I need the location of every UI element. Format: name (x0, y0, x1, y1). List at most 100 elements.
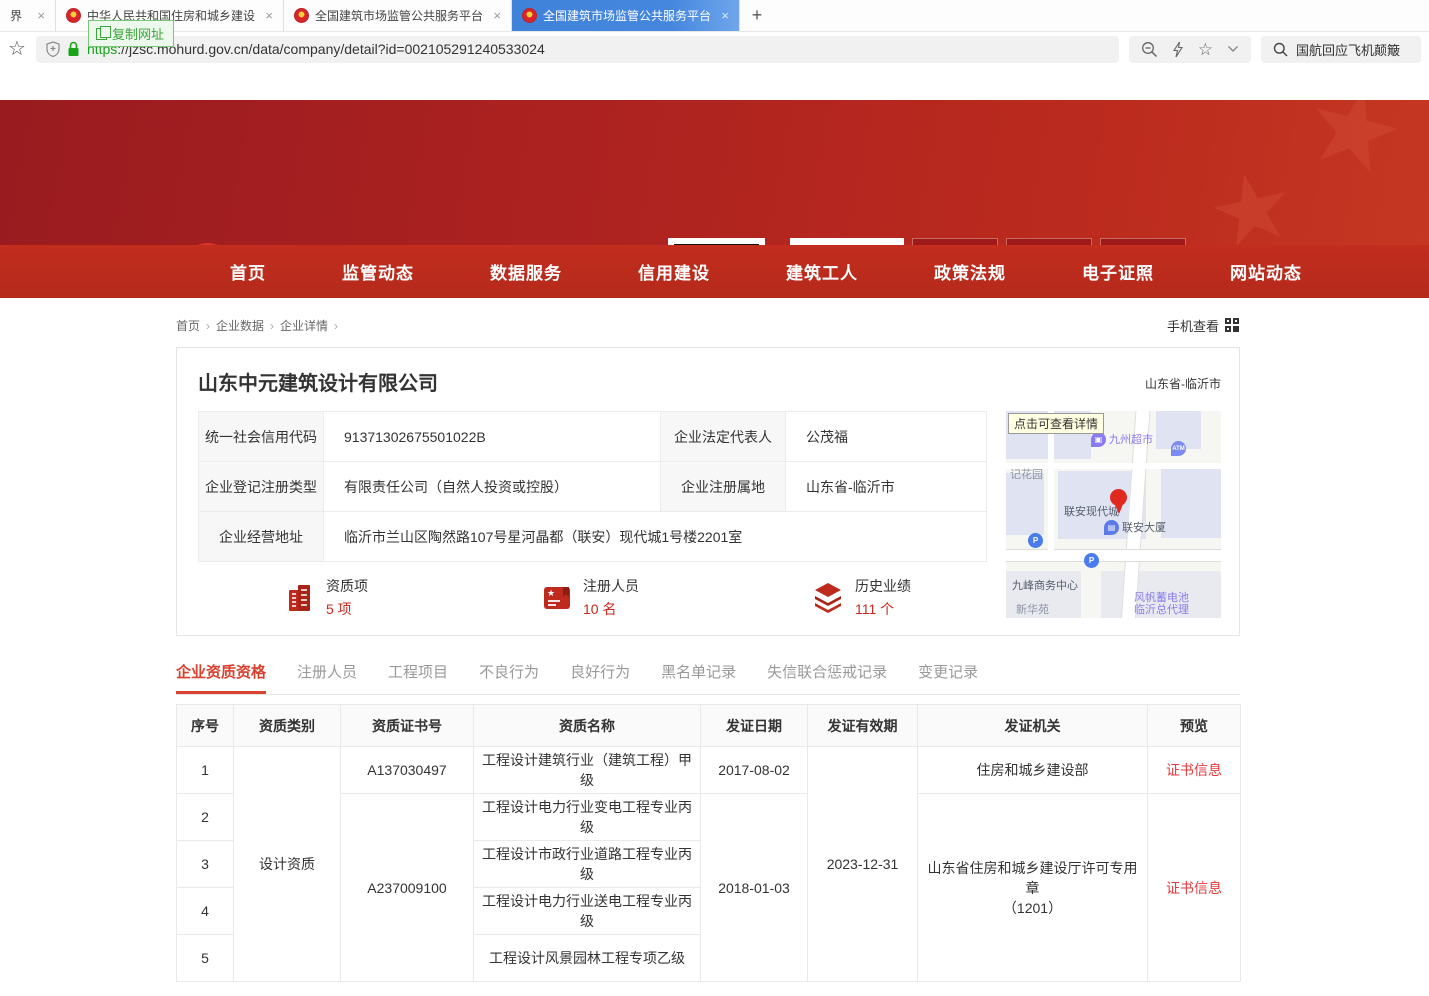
page-content: 首页›企业数据›企业详情› 手机查看 山东中元建筑设计有限公司 山东省-临沂市 … (176, 315, 1240, 982)
stat-registered-personnel[interactable]: ★ 注册人员 10 名 (541, 576, 639, 619)
parking-icon: P (1084, 553, 1099, 568)
stat-qualifications[interactable]: 资质项5 项 (284, 576, 368, 619)
nav-item-home[interactable]: 首页 (230, 259, 266, 284)
tab-title: 界 (10, 7, 22, 24)
tab-close-icon[interactable]: × (265, 8, 273, 23)
lock-icon (67, 41, 80, 57)
mobile-view[interactable]: 手机查看 (1167, 316, 1240, 335)
poi-icon: ATM (1171, 441, 1186, 456)
tab-close-icon[interactable]: × (721, 8, 729, 23)
cell-cert-no: A137030497 (341, 747, 474, 794)
breadcrumb: 首页›企业数据›企业详情› (176, 317, 344, 334)
tab-dishonesty[interactable]: 失信联合惩戒记录 (767, 661, 887, 694)
nav-item-policy[interactable]: 政策法规 (934, 259, 1006, 284)
tab-title: 全国建筑市场监管公共服务平台 (543, 7, 711, 24)
authority-line2: （1201） (924, 898, 1141, 918)
favorite-star-icon[interactable]: ☆ (1198, 41, 1213, 58)
breadcrumb-company-detail[interactable]: 企业详情 (280, 319, 328, 333)
cell-authority: 山东省住房和城乡建设厅许可专用章 （1201） (918, 794, 1148, 982)
tab-good-behavior[interactable]: 良好行为 (570, 661, 630, 694)
site-favicon-icon (66, 8, 81, 23)
tab-blacklist[interactable]: 黑名单记录 (661, 661, 736, 694)
stat-value: 10 名 (583, 599, 639, 619)
certificate-info-link[interactable]: 证书信息 (1166, 762, 1222, 778)
tab-close-icon[interactable]: × (493, 8, 501, 23)
cell-authority: 住房和城乡建设部 (918, 747, 1148, 794)
page-top-gap (0, 66, 1429, 100)
svg-text:★: ★ (547, 588, 555, 598)
breadcrumb-row: 首页›企业数据›企业详情› 手机查看 (176, 315, 1240, 335)
table-row: 企业经营地址 临沂市兰山区陶然路107号星河晶都（联安）现代城1号楼2201室 (199, 512, 987, 562)
site-qr-code: ▥ S (668, 238, 765, 245)
certificate-info-link[interactable]: 证书信息 (1166, 880, 1222, 896)
tab-bad-behavior[interactable]: 不良行为 (479, 661, 539, 694)
zoom-out-icon[interactable] (1141, 41, 1158, 58)
search-tab-project[interactable]: 建设项目 (1006, 238, 1092, 245)
tab-jzsc-1[interactable]: 全国建筑市场监管公共服务平台 × (284, 0, 512, 31)
cell-preview: 证书信息 (1148, 794, 1241, 982)
national-emblem-logo: ★ (179, 243, 236, 245)
browser-chrome: 界 × 中华人民共和国住房和城乡建设 × 全国建筑市场监管公共服务平台 × 全国… (0, 0, 1429, 66)
table-row: 企业登记注册类型 有限责任公司（自然人投资或控股） 企业注册属地 山东省-临沂市 (199, 462, 987, 512)
url-rest: ://jzsc.mohurd.gov.cn/data/company/detai… (117, 41, 544, 57)
cell-cert-no: A237009100 (341, 794, 474, 982)
cell-qual-name: 工程设计建筑行业（建筑工程）甲级 (474, 747, 701, 794)
col-header-authority: 发证机关 (918, 705, 1148, 747)
nav-item-credit[interactable]: 信用建设 (638, 259, 710, 284)
cell-issue-date: 2017-08-02 (701, 747, 808, 794)
decor-star-icon: ★ (1198, 147, 1304, 245)
stat-label: 注册人员 (583, 576, 639, 596)
chevron-down-icon[interactable] (1227, 45, 1239, 53)
company-location-map[interactable]: 点击可查看详情 ▣ 九州超市 ATM 记花园 联安现代城 ▤ 联安大厦 P (1006, 411, 1221, 618)
breadcrumb-company-data[interactable]: 企业数据 (216, 319, 264, 333)
cell-issue-date: 2018-01-03 (701, 794, 808, 982)
nav-item-supervision[interactable]: 监管动态 (342, 259, 414, 284)
tab-close-icon[interactable]: × (37, 8, 45, 23)
layers-icon (811, 582, 845, 614)
qualification-table: 序号 资质类别 资质证书号 资质名称 发证日期 发证有效期 发证机关 预览 1 … (176, 704, 1241, 982)
quick-search-box[interactable]: 国航回应飞机颠簸 (1261, 36, 1421, 63)
search-tab-personnel[interactable]: 从业人员 (912, 238, 998, 245)
qr-mini-icon[interactable] (1225, 318, 1240, 333)
breadcrumb-home[interactable]: 首页 (176, 319, 200, 333)
certificate-icon: ★ (541, 582, 573, 614)
reg-type-label: 企业登记注册类型 (199, 462, 324, 512)
stat-history[interactable]: 历史业绩111 个 (811, 576, 911, 619)
copy-url-label: 复制网址 (112, 24, 164, 43)
search-tab-credit[interactable]: 诚信记录 (1100, 238, 1186, 245)
credit-code-label: 统一社会信用代码 (199, 412, 324, 462)
copy-url-tooltip: 复制网址 (88, 20, 174, 47)
decor-star-icon: ★ (1291, 100, 1418, 203)
new-tab-button[interactable]: + (740, 0, 774, 31)
cell-no: 4 (177, 888, 234, 935)
flash-icon[interactable] (1172, 41, 1184, 58)
company-name: 山东中元建筑设计有限公司 (198, 367, 438, 396)
nav-item-workers[interactable]: 建筑工人 (786, 259, 858, 284)
cell-qual-name: 工程设计电力行业变电工程专业丙级 (474, 794, 701, 841)
cell-qual-name: 工程设计市政行业道路工程专业丙级 (474, 841, 701, 888)
url-bar[interactable]: https://jzsc.mohurd.gov.cn/data/company/… (36, 36, 1119, 63)
stat-value: 111 个 (855, 599, 911, 619)
search-tab-enterprise[interactable]: 建设工程企业 (790, 238, 904, 245)
nav-item-news[interactable]: 网站动态 (1230, 259, 1302, 284)
tab-qualifications[interactable]: 企业资质资格 (176, 661, 266, 694)
map-label-garden: 记花园 (1010, 466, 1043, 482)
bookmark-star-icon[interactable]: ☆ (8, 39, 26, 59)
company-card: 山东中元建筑设计有限公司 山东省-临沂市 统一社会信用代码 9137130267… (176, 347, 1240, 636)
tab-partial[interactable]: 界 × (0, 0, 56, 31)
tab-registered-personnel[interactable]: 注册人员 (297, 661, 357, 694)
banner-search: 建设工程企业 从业人员 建设项目 诚信记录 搜索 (790, 238, 1238, 245)
search-icon (1273, 42, 1288, 57)
col-header-category: 资质类别 (234, 705, 341, 747)
map-block (1006, 473, 1044, 535)
tab-change-records[interactable]: 变更记录 (918, 661, 978, 694)
nav-item-data[interactable]: 数据服务 (490, 259, 562, 284)
tab-projects[interactable]: 工程项目 (388, 661, 448, 694)
detail-tabs: 企业资质资格 注册人员 工程项目 不良行为 良好行为 黑名单记录 失信联合惩戒记… (176, 660, 1240, 695)
site-header-banner: ★ ★ ★ 中华人民共和国住房和城乡建设部www.mohurd.gov.cn 全… (0, 100, 1429, 245)
cell-category: 设计资质 (234, 747, 341, 982)
search-category-tabs: 建设工程企业 从业人员 建设项目 诚信记录 (790, 238, 1238, 245)
nav-item-license[interactable]: 电子证照 (1082, 259, 1154, 284)
tab-jzsc-active[interactable]: 全国建筑市场监管公共服务平台 × (512, 0, 740, 31)
cell-valid-until: 2023-12-31 (808, 747, 918, 982)
